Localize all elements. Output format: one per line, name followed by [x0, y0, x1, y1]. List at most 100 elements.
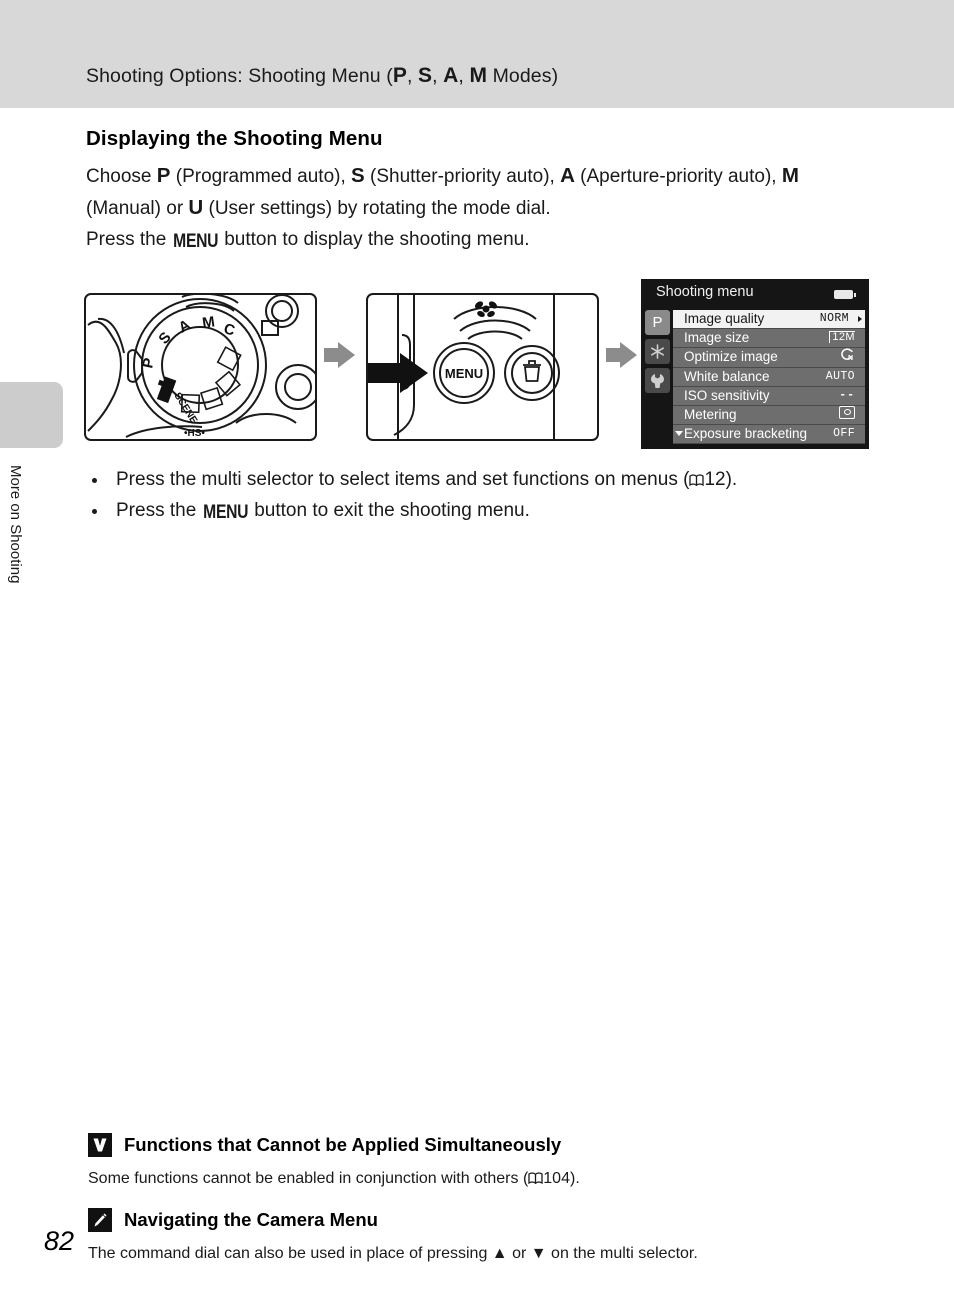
- intro-t6: (User settings) by rotating the mode dia…: [203, 198, 551, 219]
- header-mode-p: P: [392, 64, 407, 87]
- mode-dial-svg: S A M C P SCENE •HS•: [87, 295, 315, 439]
- svg-text:•HS•: •HS•: [184, 428, 205, 439]
- header-sep-2: ,: [432, 65, 444, 87]
- note-title: Functions that Cannot be Applied Simulta…: [124, 1134, 562, 1155]
- camera-menu-list: Image quality NORM Image size 12M Optimi…: [673, 310, 865, 445]
- setup-tab[interactable]: [645, 368, 670, 393]
- menu-item-label: Image size: [684, 330, 750, 346]
- bullet-item-exit-menu: Press the MENU button to exit the shooti…: [86, 495, 876, 528]
- intro-mode-s: S: [351, 164, 365, 187]
- svg-text:P: P: [139, 357, 158, 370]
- note-title: Navigating the Camera Menu: [124, 1209, 378, 1230]
- chapter-thumb-tab: [0, 382, 63, 448]
- camera-menu-screen: Shooting menu P Image quality NORM Image…: [641, 279, 869, 449]
- header-mode-s: S: [417, 64, 433, 87]
- note-body-tip: The command dial can also be used in pla…: [88, 1242, 878, 1265]
- shooting-tab[interactable]: P: [645, 310, 670, 335]
- chapter-label: More on Shooting: [7, 465, 24, 584]
- scroll-down-caret-icon[interactable]: [675, 431, 683, 437]
- bullet-1-post: ).: [725, 469, 738, 490]
- notes-section: Functions that Cannot be Applied Simulta…: [88, 1133, 878, 1265]
- header-mode-m: M: [469, 64, 488, 87]
- intro-t8: button to display the shooting menu.: [218, 229, 530, 250]
- intro-t7: Press the: [86, 229, 172, 250]
- note-body-caution: Some functions cannot be enabled in conj…: [88, 1167, 878, 1190]
- intro-mode-m: M: [781, 164, 799, 187]
- menu-item-optimize-image[interactable]: Optimize image N: [673, 348, 865, 368]
- bullet-1-pre: Press the multi selector to select items…: [116, 469, 690, 490]
- camera-menu-title: Shooting menu: [656, 284, 754, 300]
- header-title-pre: Shooting Options: Shooting Menu (: [86, 65, 393, 87]
- menu-item-value: 12M: [829, 331, 855, 344]
- procedure-figure-row: S A M C P SCENE •HS• MENU Shooting menu …: [84, 279, 874, 449]
- menu-item-iso-sensitivity[interactable]: ISO sensitivity --: [673, 386, 865, 406]
- note-1-pre: Some functions cannot be enabled in conj…: [88, 1170, 529, 1187]
- menu-item-label: Exposure bracketing: [684, 426, 808, 442]
- menu-item-image-quality[interactable]: Image quality NORM: [673, 310, 865, 330]
- intro-mode-a: A: [560, 164, 575, 187]
- svg-text:S: S: [155, 329, 174, 348]
- image-size-icon: 12M: [829, 329, 855, 347]
- bullet-item-multi-selector: Press the multi selector to select items…: [86, 464, 876, 495]
- intro-t3: (Shutter-priority auto),: [364, 166, 561, 187]
- page-header-band: Shooting Options: Shooting Menu (P, S, A…: [0, 0, 954, 108]
- note-heading-caution: Functions that Cannot be Applied Simulta…: [88, 1133, 878, 1157]
- note-1-ref: 104: [543, 1170, 570, 1187]
- menu-item-label: White balance: [684, 368, 770, 384]
- bullet-2-pre: Press the: [116, 500, 202, 521]
- arrow-up-icon: ▲: [491, 1245, 508, 1262]
- wrench-icon: [651, 373, 664, 388]
- pencil-icon: [88, 1208, 112, 1232]
- svg-text:MENU: MENU: [445, 366, 483, 381]
- menu-item-image-size[interactable]: Image size 12M: [673, 329, 865, 349]
- menu-button-glyph: MENU: [202, 501, 248, 523]
- camera-menu-button-illustration: MENU: [366, 293, 599, 441]
- intro-mode-u: U: [188, 196, 204, 219]
- note-1-post: ).: [569, 1170, 580, 1187]
- bullet-2-post: button to exit the shooting menu.: [248, 500, 530, 521]
- battery-icon: [834, 290, 856, 299]
- menu-item-value: NORM: [819, 312, 849, 325]
- menu-item-label: Optimize image: [684, 349, 778, 365]
- svg-text:N: N: [848, 355, 853, 362]
- camera-mode-dial-illustration: S A M C P SCENE •HS•: [84, 293, 317, 441]
- header-mode-a: A: [443, 64, 459, 87]
- intro-t2: (Programmed auto),: [170, 166, 352, 187]
- menu-item-exposure-bracketing[interactable]: Exposure bracketing OFF: [673, 425, 865, 445]
- menu-button-svg: MENU: [368, 295, 560, 439]
- instruction-bullet-list: Press the multi selector to select items…: [86, 464, 876, 528]
- note-heading-tip: Navigating the Camera Menu: [88, 1208, 878, 1232]
- menu-item-metering[interactable]: Metering: [673, 405, 865, 426]
- movie-tab[interactable]: [645, 339, 670, 364]
- book-reference-icon: [689, 465, 705, 487]
- menu-item-value: OFF: [833, 427, 855, 441]
- header-title-post: Modes): [487, 65, 559, 87]
- intro-mode-p: P: [156, 164, 171, 187]
- pencil-glyph: [94, 1213, 107, 1227]
- note-2-mid: or: [507, 1245, 531, 1262]
- menu-item-value: AUTO: [825, 369, 855, 383]
- dashes-icon: --: [839, 388, 855, 402]
- header-sep-3: ,: [458, 65, 470, 87]
- camera-menu-tab-strip: P: [645, 310, 672, 397]
- metering-icon: [839, 405, 855, 424]
- chevron-right-icon: [858, 316, 862, 322]
- bullet-1-ref: 12: [704, 469, 726, 490]
- note-2-post: on the multi selector.: [546, 1245, 698, 1262]
- menu-item-label: ISO sensitivity: [684, 387, 770, 403]
- menu-item-label: Image quality: [684, 311, 765, 326]
- menu-item-label: Metering: [684, 406, 737, 422]
- note-2-pre: The command dial can also be used in pla…: [88, 1245, 492, 1262]
- camera-menu-titlebar: Shooting menu: [641, 279, 869, 309]
- shooting-tab-glyph: P: [652, 314, 663, 331]
- arrow-down-icon: ▼: [530, 1245, 547, 1262]
- optimize-image-icon: N: [839, 348, 855, 366]
- svg-text:M: M: [201, 313, 216, 332]
- intro-paragraph: Choose P (Programmed auto), S (Shutter-p…: [86, 160, 866, 257]
- header-sep-1: ,: [406, 65, 418, 87]
- page-number: 82: [44, 1226, 75, 1256]
- section-heading: Displaying the Shooting Menu: [86, 127, 383, 150]
- menu-item-white-balance[interactable]: White balance AUTO: [673, 367, 865, 387]
- intro-t4: (Aperture-priority auto),: [574, 166, 782, 187]
- caution-check-glyph: [93, 1138, 107, 1152]
